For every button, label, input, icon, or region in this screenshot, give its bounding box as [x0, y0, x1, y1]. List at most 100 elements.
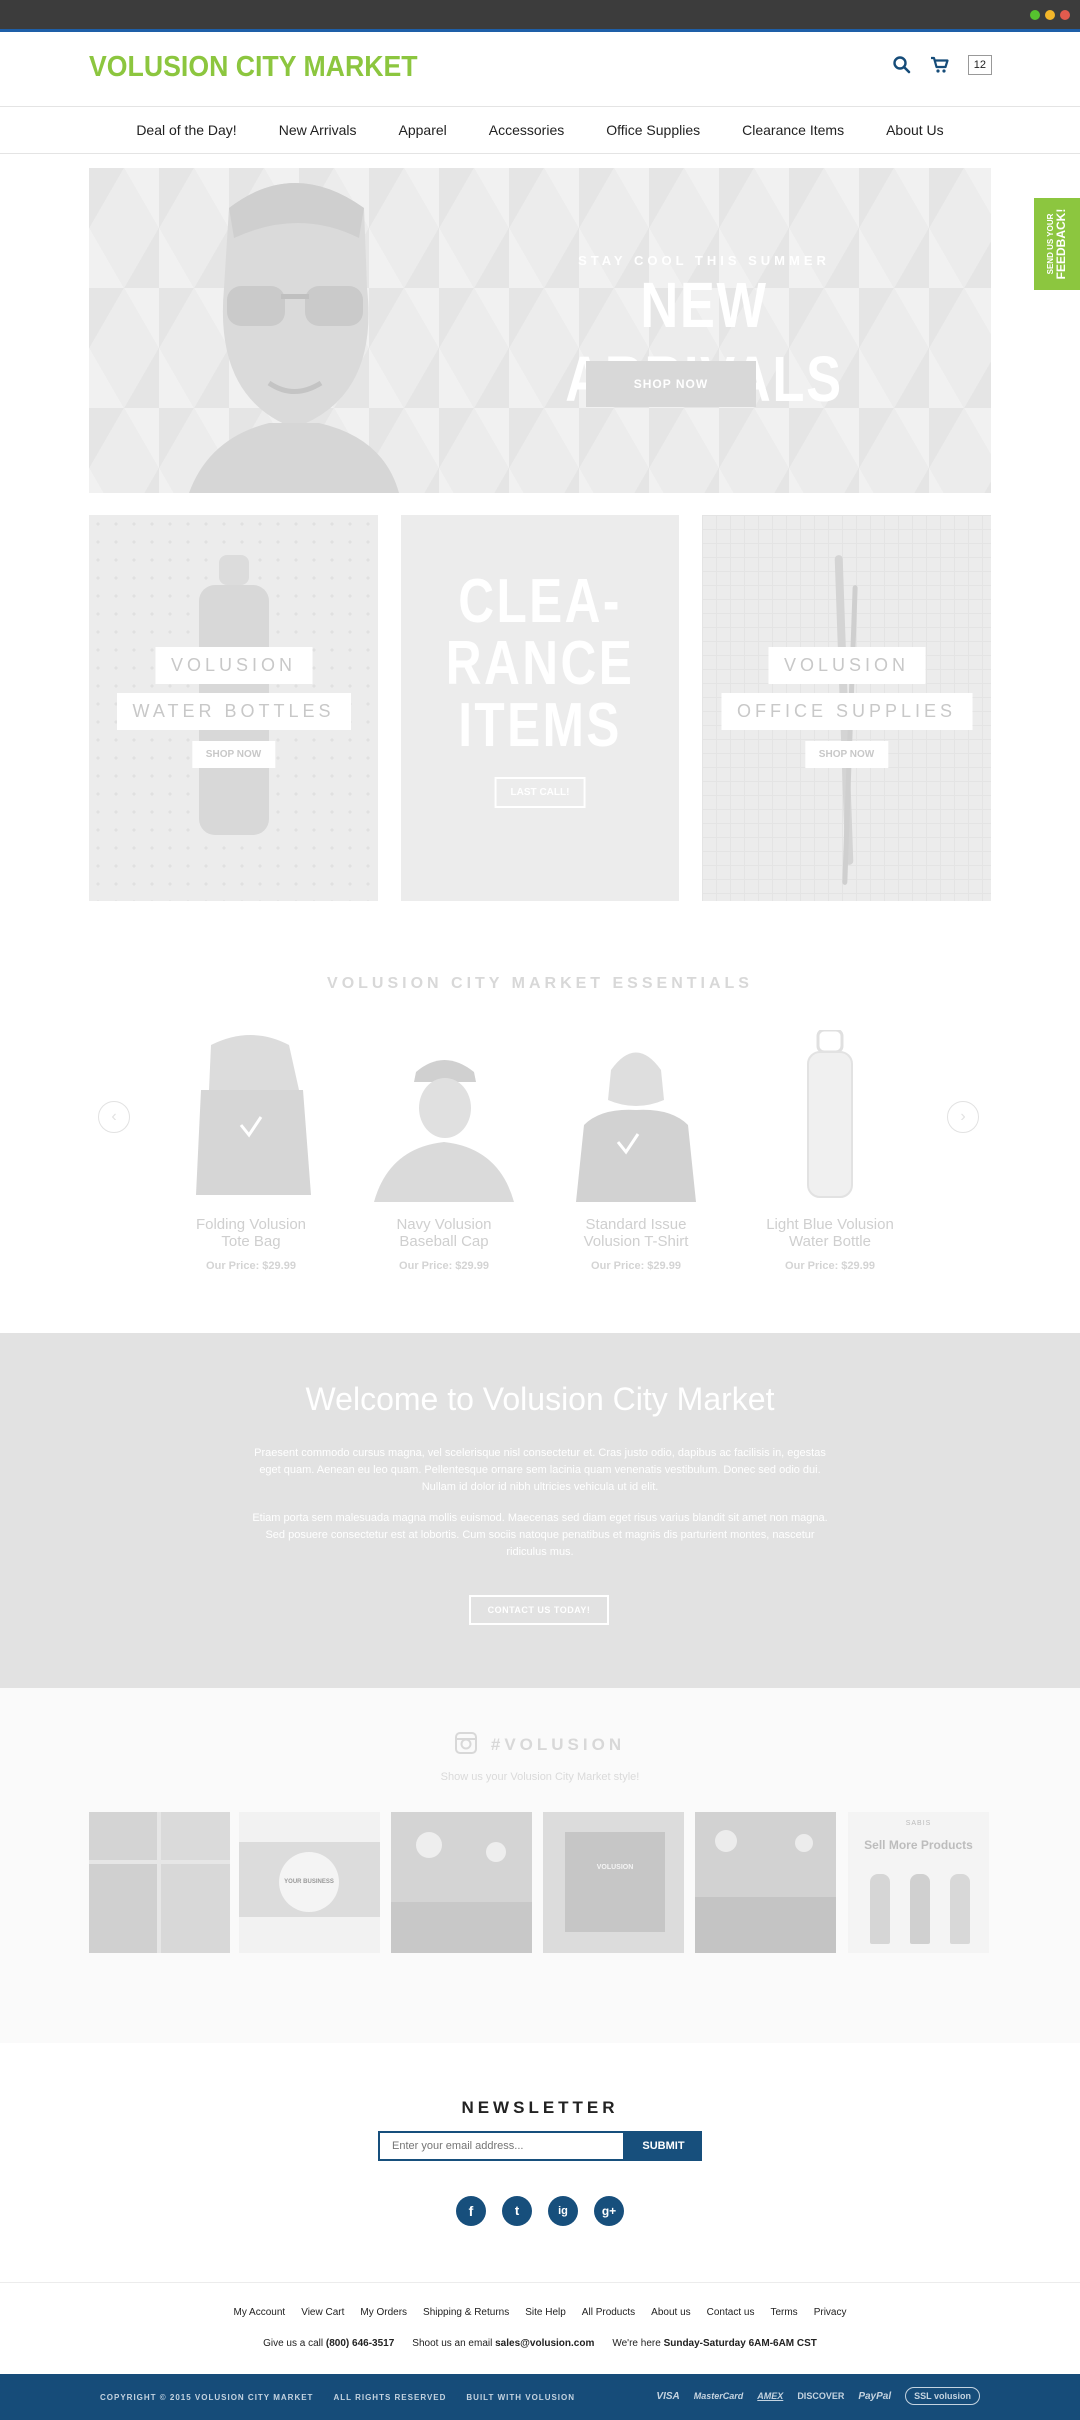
- product-card-baseball-cap[interactable]: Navy Volusion Baseball Cap Our Price: $29…: [364, 1030, 524, 1272]
- product-card-tote-bag[interactable]: Folding Volusion Tote Bag Our Price: $29.…: [171, 1030, 331, 1272]
- footer-built-with[interactable]: BUILT WITH VOLUSION: [466, 2393, 575, 2402]
- paypal-icon: PayPal: [858, 2390, 892, 2402]
- feedback-tab[interactable]: SEND US YOUR FEEDBACK!: [1034, 198, 1080, 290]
- essentials-title: VOLUSION CITY MARKET ESSENTIALS: [327, 975, 753, 992]
- instagram-icon[interactable]: [454, 1732, 477, 1759]
- hero-shop-now-button[interactable]: SHOP NOW: [586, 361, 756, 407]
- product-name: Standard Issue Volusion T-Shirt: [556, 1216, 716, 1250]
- twitter-icon[interactable]: t: [502, 2196, 532, 2226]
- instagram-social-icon[interactable]: ig: [548, 2196, 578, 2226]
- baseball-cap-image: [374, 1060, 514, 1202]
- tile-clearance-last-call-button[interactable]: LAST CALL!: [494, 777, 586, 808]
- tile-office-supplies[interactable]: VOLUSION OFFICE SUPPLIES SHOP NOW: [702, 515, 991, 901]
- light-blue-water-bottle-image: [807, 1030, 853, 1198]
- footer-link-view-cart[interactable]: View Cart: [301, 2307, 344, 2318]
- nav-item-apparel[interactable]: Apparel: [378, 108, 468, 153]
- tote-bag-image: [196, 1035, 311, 1195]
- nav-item-about-us[interactable]: About Us: [865, 108, 965, 153]
- newsletter-email-input[interactable]: [378, 2131, 625, 2161]
- footer-hours-label: We're here: [612, 2338, 661, 2349]
- instagram-photo-5[interactable]: [695, 1812, 836, 1953]
- tile-clearance-title-line-3: ITEMS: [458, 691, 622, 760]
- footer-rights: ALL RIGHTS RESERVED: [333, 2393, 447, 2402]
- tile-water-bottles-label-1: VOLUSION: [154, 647, 313, 684]
- search-icon[interactable]: [892, 55, 912, 75]
- tile-clearance-title: CLEA- RANCE ITEMS: [429, 571, 651, 757]
- product-name: Navy Volusion Baseball Cap: [364, 1216, 524, 1250]
- footer-copyright: COPYRIGHT © 2015 VOLUSION CITY MARKET: [100, 2393, 314, 2402]
- footer-link-my-account[interactable]: My Account: [234, 2307, 286, 2318]
- product-name-line-1: Navy Volusion: [396, 1216, 492, 1233]
- product-name-line-2: Water Bottle: [789, 1233, 871, 1250]
- window-dot-green[interactable]: [1030, 10, 1040, 20]
- welcome-section: Welcome to Volusion City Market Praesent…: [0, 1333, 1080, 1688]
- nav-item-new-arrivals[interactable]: New Arrivals: [258, 108, 378, 153]
- newsletter-title: NEWSLETTER: [461, 2098, 619, 2117]
- instagram-photo-4[interactable]: VOLUSION: [543, 1812, 684, 1953]
- instagram-subtitle: Show us your Volusion City Market style!: [440, 1771, 640, 1783]
- instagram-photo-3[interactable]: [391, 1812, 532, 1953]
- footer-email-link[interactable]: sales@volusion.com: [495, 2338, 594, 2349]
- footer-email-label: Shoot us an email: [412, 2338, 493, 2349]
- instagram-photo-6-brand: SABIS: [905, 1820, 932, 1827]
- hero-banner[interactable]: STAY COOL THIS SUMMER NEW ARRIVALS SHOP …: [89, 168, 991, 493]
- instagram-photo-1[interactable]: [89, 1812, 230, 1953]
- product-card-water-bottle[interactable]: Light Blue Volusion Water Bottle Our Pric…: [750, 1030, 910, 1272]
- footer-hours: We're here Sunday-Saturday 6AM-6AM CST: [612, 2338, 817, 2349]
- nav-item-clearance-items[interactable]: Clearance Items: [721, 108, 865, 153]
- cart-count-badge[interactable]: 12: [967, 55, 992, 75]
- product-card-t-shirt[interactable]: Standard Issue Volusion T-Shirt Our Price…: [556, 1030, 716, 1272]
- footer-phone: Give us a call (800) 646-3517: [263, 2338, 394, 2349]
- tile-water-bottles[interactable]: VOLUSION WATER BOTTLES SHOP NOW: [89, 515, 378, 901]
- main-nav: Deal of the Day! New Arrivals Apparel Ac…: [0, 108, 1080, 154]
- discover-icon: DISCOVER: [797, 2391, 845, 2401]
- instagram-photo-2-text: YOUR BUSINESS: [279, 1852, 339, 1912]
- footer-phone-number[interactable]: (800) 646-3517: [326, 2338, 394, 2349]
- footer-link-all-products[interactable]: All Products: [582, 2307, 635, 2318]
- hero-person-image: [189, 183, 399, 493]
- welcome-paragraph-2: Etiam porta sem malesuada magna mollis e…: [252, 1512, 828, 1558]
- instagram-photo-2[interactable]: YOUR BUSINESS: [239, 1812, 380, 1953]
- google-plus-icon[interactable]: g+: [594, 2196, 624, 2226]
- product-name-line-1: Light Blue Volusion: [766, 1216, 894, 1233]
- t-shirt-image: [576, 1052, 696, 1202]
- instagram-photo-6[interactable]: SABIS Sell More Products: [848, 1812, 989, 1953]
- newsletter-submit-button[interactable]: SUBMIT: [625, 2131, 702, 2161]
- facebook-icon[interactable]: f: [456, 2196, 486, 2226]
- ssl-badge-text: volusion: [933, 2391, 971, 2401]
- footer-call-label: Give us a call: [263, 2338, 324, 2349]
- carousel-prev-arrow-icon[interactable]: ‹: [98, 1101, 130, 1133]
- footer-link-shipping-returns[interactable]: Shipping & Returns: [423, 2307, 509, 2318]
- welcome-paragraph-1: Praesent commodo cursus magna, vel scele…: [254, 1447, 826, 1493]
- nav-item-accessories[interactable]: Accessories: [468, 108, 585, 153]
- tile-office-supplies-label-1: VOLUSION: [767, 647, 926, 684]
- footer-link-site-help[interactable]: Site Help: [525, 2307, 566, 2318]
- product-price: Our Price: $29.99: [206, 1260, 296, 1272]
- nav-item-deal-of-the-day[interactable]: Deal of the Day!: [115, 108, 257, 153]
- nav-item-office-supplies[interactable]: Office Supplies: [585, 108, 721, 153]
- footer-link-my-orders[interactable]: My Orders: [360, 2307, 407, 2318]
- product-name: Folding Volusion Tote Bag: [171, 1216, 331, 1250]
- product-name-line-1: Folding Volusion: [195, 1216, 307, 1233]
- footer-link-contact-us[interactable]: Contact us: [707, 2307, 755, 2318]
- welcome-title: Welcome to Volusion City Market: [305, 1381, 775, 1417]
- product-price: Our Price: $29.99: [399, 1260, 489, 1272]
- footer-hours-value: Sunday-Saturday 6AM-6AM CST: [663, 2338, 817, 2349]
- footer-link-about-us[interactable]: About us: [651, 2307, 690, 2318]
- amex-icon: AMEX: [757, 2391, 784, 2401]
- site-logo[interactable]: VOLUSION CITY MARKET: [89, 51, 418, 84]
- tile-clearance-items[interactable]: CLEA- RANCE ITEMS LAST CALL!: [401, 515, 679, 901]
- page: VOLUSION CITY MARKET 12 Deal of the Day!…: [0, 0, 1080, 2420]
- instagram-photo-6-text: Sell More Products: [864, 1838, 973, 1852]
- window-dot-yellow[interactable]: [1045, 10, 1055, 20]
- carousel-next-arrow-icon[interactable]: ›: [947, 1101, 979, 1133]
- tile-water-bottles-shop-now-button[interactable]: SHOP NOW: [191, 741, 276, 768]
- cart-icon[interactable]: [930, 55, 950, 75]
- window-dot-red[interactable]: [1060, 10, 1070, 20]
- window-chrome: [0, 0, 1080, 32]
- footer-link-terms[interactable]: Terms: [770, 2307, 797, 2318]
- product-name-line-2: Volusion T-Shirt: [583, 1233, 689, 1250]
- footer-link-privacy[interactable]: Privacy: [814, 2307, 847, 2318]
- tile-office-supplies-shop-now-button[interactable]: SHOP NOW: [804, 741, 889, 768]
- contact-us-button[interactable]: CONTACT US TODAY!: [469, 1595, 609, 1625]
